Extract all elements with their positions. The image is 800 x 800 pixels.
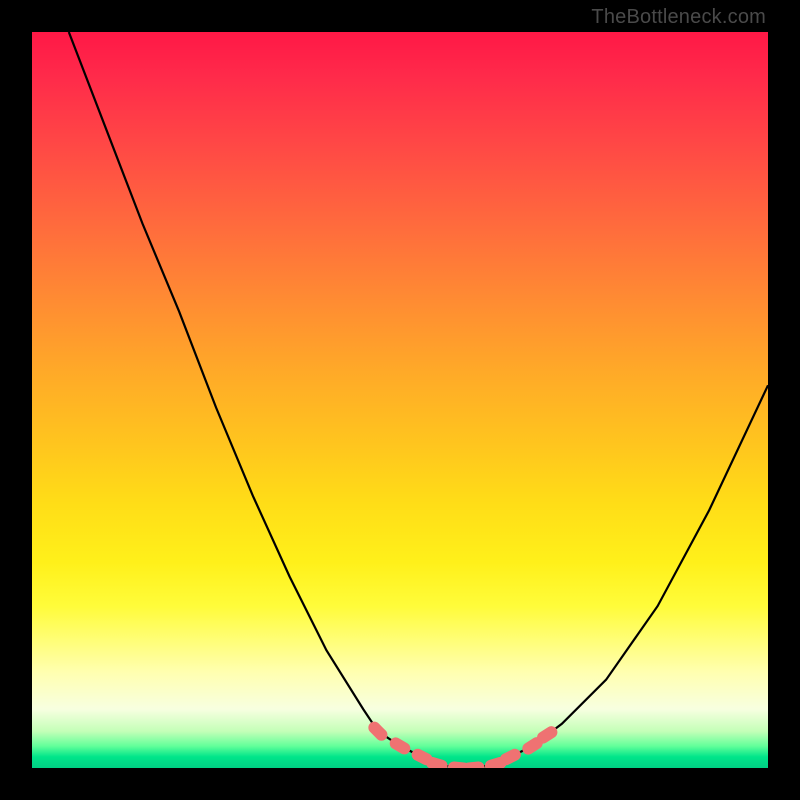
curve-marker bbox=[387, 735, 412, 756]
bottleneck-curve bbox=[69, 32, 768, 768]
plot-area bbox=[32, 32, 768, 768]
curve-marker bbox=[462, 761, 485, 768]
bottleneck-curve-svg bbox=[32, 32, 768, 768]
curve-marker bbox=[366, 719, 390, 743]
chart-frame: TheBottleneck.com bbox=[0, 0, 800, 800]
marker-group bbox=[366, 719, 560, 768]
attribution-label: TheBottleneck.com bbox=[591, 6, 766, 29]
